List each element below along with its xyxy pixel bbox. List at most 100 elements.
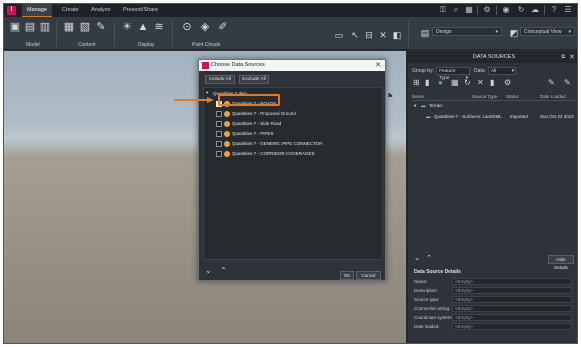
point-cloud-edit-icon[interactable]: ✐ [216, 21, 230, 34]
data-sources-icon[interactable]: ▤ [23, 21, 37, 34]
asset-library-icon[interactable]: ▧ [78, 21, 92, 34]
globe-icon[interactable]: ◉ [501, 5, 511, 15]
refresh-icon[interactable]: ↻ [464, 78, 471, 87]
design-dropdown-value: Design [436, 29, 452, 35]
model-explorer-icon[interactable]: ▣ [8, 21, 22, 34]
details-bar: ⌄ ⌃ Hide Details [412, 254, 576, 270]
chevron-down-icon: ▾ [568, 29, 571, 35]
source-icon [224, 151, 230, 157]
hide-details-button[interactable]: Hide Details [548, 255, 574, 270]
separator [172, 21, 173, 47]
settings-icon[interactable]: ✎ [564, 78, 571, 87]
tools-icon[interactable]: ✎ [548, 78, 555, 87]
exclude-all-button[interactable]: Exclude All [239, 75, 269, 84]
point-cloud-icon[interactable]: ⊙ [180, 21, 194, 34]
column-source-type[interactable]: Source Type [472, 94, 497, 99]
tree-item-label: Quantities-7 - CORRIDOR COVERAGES [232, 151, 315, 156]
pointer-icon[interactable]: ↖ [348, 29, 362, 42]
detail-value[interactable]: <Empty> [452, 305, 572, 312]
globe-icon[interactable]: ● [438, 78, 443, 87]
column-name[interactable]: Name [412, 94, 424, 99]
column-status[interactable]: Status [506, 94, 519, 99]
cloud-icon[interactable]: ☁ [530, 5, 540, 15]
remove-icon[interactable]: ✕ [477, 78, 484, 87]
checkbox[interactable] [216, 141, 222, 147]
view-style-dropdown[interactable]: Conceptual View ▾ [520, 27, 575, 36]
group-by-label: Group by: [412, 68, 434, 74]
key-icon[interactable]: ⚿ [438, 5, 448, 15]
column-date-loaded[interactable]: Date Loaded [540, 94, 566, 99]
surface-icon: ▬ [426, 114, 431, 119]
content-group-label[interactable]: Content [78, 42, 96, 48]
separator [56, 21, 57, 47]
water-icon[interactable]: ≋ [152, 21, 166, 34]
help-icon[interactable]: ? [549, 5, 559, 15]
configure-icon[interactable]: ▮ [490, 78, 494, 87]
tab-create[interactable]: Create [57, 4, 84, 17]
measure-icon[interactable]: ⊟ [362, 29, 376, 42]
checkbox[interactable] [216, 131, 222, 137]
detail-value[interactable]: <Empty> [452, 296, 572, 303]
row-status: Imported [510, 114, 528, 119]
add-source-icon[interactable]: ⊞ [413, 78, 420, 87]
detail-value[interactable]: <Empty> [452, 314, 572, 321]
collapse-icon[interactable]: ▾ [206, 90, 208, 96]
selection-box-icon[interactable]: ▭ [332, 29, 346, 42]
user-icon[interactable]: ☰ [563, 5, 573, 15]
detail-key: Source type: [414, 297, 440, 302]
tab-analyze[interactable]: Analyze [86, 4, 116, 17]
expand-all-icon[interactable]: ⌃ [220, 266, 227, 275]
file-icon[interactable]: ▮ [425, 78, 429, 87]
view-tool-icon[interactable]: ◧ [390, 29, 404, 42]
data-label: Data: [474, 68, 486, 74]
terrain-display-icon[interactable]: ▲ [136, 21, 150, 34]
group-by-select[interactable]: Feature Type ▾ [436, 67, 470, 81]
detail-source-type: Source type: <Empty> [414, 296, 574, 304]
pin-icon[interactable]: ⧉ [561, 54, 565, 60]
model-group-label[interactable]: Model [26, 42, 40, 48]
sync-icon[interactable]: ↻ [516, 5, 526, 15]
display-group-label[interactable]: Display [138, 42, 154, 48]
detail-key: Coordinate system: [414, 315, 453, 320]
detail-key: Description: [414, 288, 438, 293]
detail-value[interactable]: <Empty> [452, 287, 572, 294]
table-row[interactable]: ▬ Quantities-7 - Surfaces: LandXML Impor… [412, 113, 576, 121]
grid-icon[interactable]: ▦ [464, 5, 474, 15]
collapse-all-icon[interactable]: ⌄ [205, 266, 212, 275]
properties-icon[interactable]: ⚙ [504, 78, 511, 87]
cancel-button[interactable]: Cancel [356, 271, 381, 280]
collapse-icon[interactable]: ▾ [414, 103, 416, 109]
point-clouds-group-label[interactable]: Point Clouds [192, 42, 220, 48]
checkbox[interactable] [216, 121, 222, 127]
detail-value[interactable]: <Empty> [452, 278, 572, 285]
sketch-icon[interactable]: ✎ [94, 21, 108, 34]
collapse-all-icon[interactable]: ⌄ [414, 254, 420, 262]
point-cloud-layers-icon[interactable]: ◈ [198, 21, 212, 34]
layers-icon[interactable]: ▦ [451, 78, 459, 87]
tree-group-terrain[interactable]: ▾ ▬ Terrain [412, 102, 576, 110]
ok-button[interactable]: OK [340, 271, 354, 280]
include-all-button[interactable]: Include All [205, 75, 235, 84]
source-icon [224, 121, 230, 127]
model-properties-icon[interactable]: ▥ [38, 21, 52, 34]
search-icon[interactable]: ⌕ [451, 5, 461, 15]
folder-icon: ▬ [421, 103, 426, 108]
close-icon[interactable]: ✕ [569, 53, 575, 61]
style-palette-icon[interactable]: ▦ [62, 21, 76, 34]
detail-date-loaded: Date loaded: <Empty> [414, 323, 574, 331]
checkbox[interactable] [216, 151, 222, 157]
app-logo[interactable]: I [7, 6, 16, 15]
design-dropdown[interactable]: Design ▾ [432, 27, 502, 36]
expand-all-icon[interactable]: ⌃ [426, 254, 432, 262]
close-tool-icon[interactable]: ✕ [376, 29, 390, 42]
tab-manage[interactable]: Manage [22, 4, 52, 17]
data-select[interactable]: All ▾ [488, 67, 516, 75]
choose-data-sources-dialog: Choose Data Sources ✕ Include All Exclud… [198, 59, 386, 281]
tab-present-share[interactable]: Present/Share [118, 4, 163, 17]
gear-icon[interactable]: ⚙ [482, 5, 492, 15]
app-logo-icon [202, 62, 209, 69]
shadow-icon[interactable]: ☀ [120, 21, 134, 34]
checkbox[interactable] [216, 111, 222, 117]
detail-value[interactable]: <Empty> [452, 323, 572, 330]
close-icon[interactable]: ✕ [375, 60, 381, 71]
